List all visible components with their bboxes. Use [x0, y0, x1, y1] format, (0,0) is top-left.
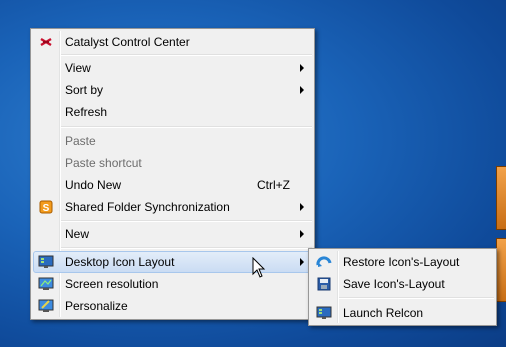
menu-item-label: Sort by	[65, 83, 104, 97]
menu-separator	[61, 54, 312, 56]
menu-item-label: Launch Relcon	[343, 306, 424, 320]
menu-item-label: Restore Icon's-Layout	[343, 255, 460, 269]
svg-text:S: S	[43, 203, 50, 214]
menu-item-save-icon-layout[interactable]: Save Icon's-Layout	[311, 273, 494, 295]
menu-item-restore-icon-layout[interactable]: Restore Icon's-Layout	[311, 251, 494, 273]
desktop-layout-icon	[38, 255, 54, 268]
menu-item-desktop-icon-layout[interactable]: Desktop Icon Layout	[33, 251, 312, 273]
menu-item-refresh[interactable]: Refresh	[33, 101, 312, 123]
monitor-icon	[38, 277, 54, 290]
sync-icon: S	[39, 200, 53, 214]
submenu-arrow-icon	[300, 258, 304, 266]
menu-item-screen-resolution[interactable]: Screen resolution	[33, 273, 312, 295]
menu-item-undo-new[interactable]: Undo New Ctrl+Z	[33, 174, 312, 196]
catalyst-icon	[40, 37, 52, 47]
menu-item-shortcut: Ctrl+Z	[257, 178, 290, 192]
menu-item-label: Desktop Icon Layout	[65, 255, 175, 269]
menu-item-catalyst-control-center[interactable]: Catalyst Control Center	[33, 31, 312, 53]
menu-item-shared-folder-sync[interactable]: S Shared Folder Synchronization	[33, 196, 312, 218]
desktop-icon-layout-submenu: Restore Icon's-Layout Save Icon's-Layout…	[308, 248, 497, 326]
submenu-arrow-icon	[300, 230, 304, 238]
personalize-icon	[38, 299, 54, 312]
menu-item-new[interactable]: New	[33, 223, 312, 245]
menu-item-label: Paste shortcut	[65, 156, 142, 170]
menu-item-label: Paste	[65, 134, 96, 148]
menu-item-label: New	[65, 227, 90, 241]
menu-item-label: View	[65, 61, 91, 75]
menu-item-paste-shortcut[interactable]: Paste shortcut	[33, 152, 312, 174]
menu-separator	[61, 247, 312, 249]
restore-icon	[316, 256, 332, 267]
menu-item-label: Save Icon's-Layout	[343, 277, 445, 291]
submenu-arrow-icon	[300, 64, 304, 72]
desktop-icon-partial-2[interactable]	[496, 238, 506, 302]
menu-item-label: Refresh	[65, 105, 108, 119]
menu-item-label: Shared Folder Synchronization	[65, 200, 230, 214]
menu-item-view[interactable]: View	[33, 57, 312, 79]
desktop-icon-partial[interactable]	[496, 166, 506, 230]
menu-item-label: Screen resolution	[65, 277, 159, 291]
menu-item-paste[interactable]: Paste	[33, 130, 312, 152]
menu-item-personalize[interactable]: Personalize	[33, 295, 312, 317]
menu-separator	[339, 297, 494, 299]
mouse-cursor-icon	[252, 257, 266, 278]
menu-item-launch-relcon[interactable]: Launch Relcon	[311, 302, 494, 324]
menu-item-sort-by[interactable]: Sort by	[33, 79, 312, 101]
menu-item-label: Catalyst Control Center	[65, 35, 190, 49]
desktop-context-menu: Catalyst Control Center View Sort by Ref…	[30, 28, 315, 320]
menu-item-label: Undo New	[65, 178, 122, 192]
menu-item-label: Personalize	[65, 299, 128, 313]
menu-separator	[61, 126, 312, 128]
submenu-arrow-icon	[300, 86, 304, 94]
relcon-icon	[316, 306, 332, 319]
menu-separator	[61, 220, 312, 222]
save-icon	[317, 277, 331, 291]
submenu-arrow-icon	[300, 203, 304, 211]
